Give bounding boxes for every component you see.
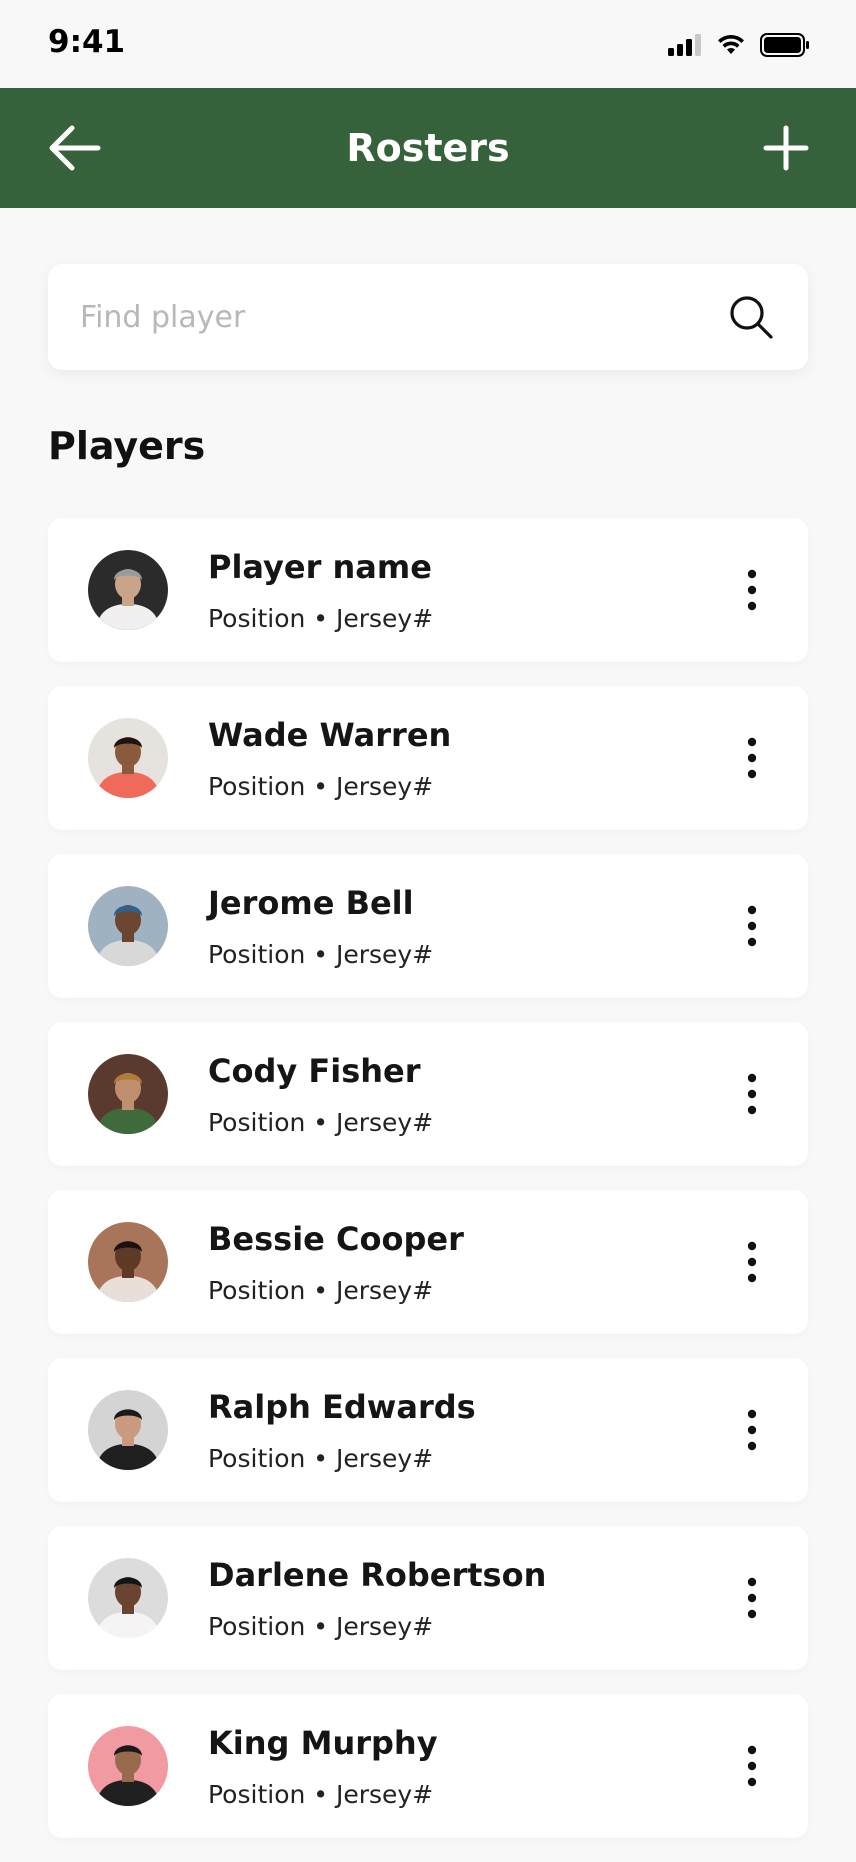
player-list: Player name Position • Jersey# Wade Warren… [48,518,808,1862]
player-position: Position [208,604,306,633]
player-position: Position [208,1276,306,1305]
avatar [88,1222,168,1302]
player-position: Position [208,940,306,969]
avatar [88,1390,168,1470]
player-jersey: Jersey# [335,1780,434,1809]
player-card[interactable]: Darlene Robertson Position • Jersey# [48,1526,808,1670]
add-player-button[interactable] [760,122,812,174]
player-name: Jerome Bell [208,884,414,922]
page-title: Rosters [346,126,510,170]
player-name: Bessie Cooper [208,1220,464,1258]
more-vertical-icon [747,737,757,779]
player-name: King Murphy [208,1724,438,1762]
player-card[interactable]: King Murphy Position • Jersey# [48,1694,808,1838]
player-position: Position [208,1444,306,1473]
player-position: Position [208,772,306,801]
player-position: Position [208,1108,306,1137]
player-card[interactable]: Wade Warren Position • Jersey# [48,686,808,830]
player-meta: Position • Jersey# [208,940,433,969]
player-jersey: Jersey# [335,604,434,633]
more-options-button[interactable] [744,736,760,780]
status-bar: 9:41 [0,0,856,88]
more-options-button[interactable] [744,1576,760,1620]
player-card[interactable]: Bessie Cooper Position • Jersey# [48,1190,808,1334]
player-jersey: Jersey# [335,772,434,801]
avatar [88,1726,168,1806]
avatar [88,550,168,630]
avatar [88,1558,168,1638]
player-jersey: Jersey# [335,1276,434,1305]
wifi-icon [718,34,744,54]
player-jersey: Jersey# [335,1108,434,1137]
section-title: Players [48,424,206,468]
meta-separator: • [305,604,336,633]
player-position: Position [208,1612,306,1641]
app-bar: Rosters [0,88,856,208]
battery-icon [760,33,809,57]
search-icon [730,296,773,339]
player-name: Cody Fisher [208,1052,421,1090]
more-vertical-icon [747,1409,757,1451]
more-vertical-icon [747,569,757,611]
more-options-button[interactable] [744,1072,760,1116]
search-box [48,264,808,370]
meta-separator: • [305,1780,336,1809]
meta-separator: • [305,1612,336,1641]
player-position: Position [208,1780,306,1809]
player-meta: Position • Jersey# [208,1780,433,1809]
more-vertical-icon [747,1577,757,1619]
meta-separator: • [305,772,336,801]
status-icons [668,32,810,58]
more-options-button[interactable] [744,568,760,612]
avatar [88,1054,168,1134]
search-input[interactable] [80,264,680,370]
plus-icon [763,125,809,171]
meta-separator: • [305,1108,336,1137]
search-button[interactable] [728,294,774,340]
more-vertical-icon [747,1745,757,1787]
player-card[interactable]: Jerome Bell Position • Jersey# [48,854,808,998]
more-options-button[interactable] [744,1240,760,1284]
more-options-button[interactable] [744,1408,760,1452]
player-card[interactable]: Player name Position • Jersey# [48,518,808,662]
player-meta: Position • Jersey# [208,1276,433,1305]
player-jersey: Jersey# [335,1612,434,1641]
player-card[interactable]: Ralph Edwards Position • Jersey# [48,1358,808,1502]
meta-separator: • [305,940,336,969]
more-options-button[interactable] [744,1744,760,1788]
player-name: Player name [208,548,432,586]
player-name: Ralph Edwards [208,1388,476,1426]
player-jersey: Jersey# [335,940,434,969]
signal-icon [668,34,701,56]
more-vertical-icon [747,1241,757,1283]
player-jersey: Jersey# [335,1444,434,1473]
avatar [88,718,168,798]
player-card[interactable]: Cody Fisher Position • Jersey# [48,1022,808,1166]
more-options-button[interactable] [744,904,760,948]
player-meta: Position • Jersey# [208,1108,433,1137]
more-vertical-icon [747,905,757,947]
more-vertical-icon [747,1073,757,1115]
player-meta: Position • Jersey# [208,1444,433,1473]
meta-separator: • [305,1276,336,1305]
player-name: Darlene Robertson [208,1556,547,1594]
status-time: 9:41 [48,24,126,60]
meta-separator: • [305,1444,336,1473]
player-meta: Position • Jersey# [208,604,433,633]
avatar [88,886,168,966]
player-meta: Position • Jersey# [208,772,433,801]
player-name: Wade Warren [208,716,452,754]
player-meta: Position • Jersey# [208,1612,433,1641]
